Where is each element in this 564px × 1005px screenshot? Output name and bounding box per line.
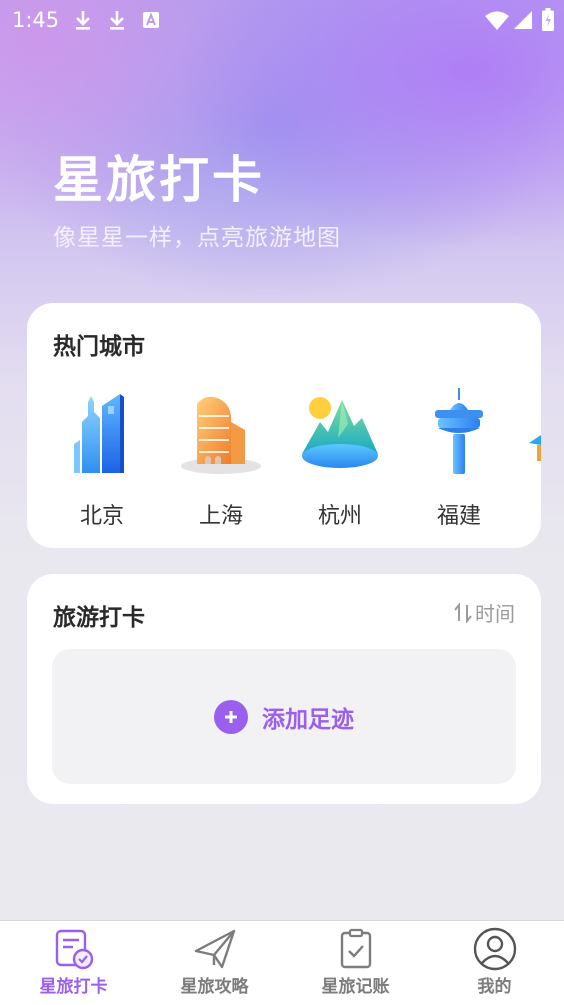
add-footprint-label: 添加足迹 [262, 706, 354, 733]
wifi-icon [485, 11, 509, 30]
bottom-tab-bar: 星旅打卡 星旅攻略 星旅记账 我的 [0, 920, 564, 1005]
sort-by-time-button[interactable]: 时间 [454, 598, 515, 627]
city-item-beijing[interactable]: 北京 [52, 388, 152, 530]
checkin-icon [55, 929, 93, 970]
tab-label: 我的 [477, 977, 512, 997]
tab-label: 星旅记账 [321, 977, 390, 997]
battery-icon [542, 8, 554, 31]
download-icon [76, 11, 90, 30]
city-item-hangzhou[interactable]: 杭州 [290, 388, 390, 530]
tab-label: 星旅打卡 [39, 977, 108, 997]
travel-checkin-title: 旅游打卡 [53, 605, 145, 631]
mountain-lake-icon [302, 397, 378, 468]
tab-ledger[interactable]: 星旅记账 [285, 921, 426, 1005]
ledger-icon [340, 928, 371, 969]
download-icon [110, 11, 124, 30]
tab-guide[interactable]: 星旅攻略 [144, 921, 285, 1005]
next-city-peek-icon [529, 435, 541, 461]
hero-subtitle: 像星星一样，点亮旅游地图 [53, 225, 341, 251]
tab-checkin[interactable]: 星旅打卡 [3, 921, 144, 1005]
travel-checkin-card: 旅游打卡 时间 添加足迹 [27, 574, 541, 804]
status-bar: 1:45 [0, 0, 564, 40]
plus-icon [214, 699, 248, 734]
city-name: 北京 [79, 504, 124, 529]
hot-cities-card: 热门城市 北京 上海 杭州 福建 [27, 303, 541, 548]
user-icon [473, 927, 516, 971]
hero-title: 星旅打卡 [53, 151, 265, 209]
skyscraper-icon [74, 394, 124, 473]
city-name: 上海 [198, 504, 243, 529]
app-notification-icon [143, 12, 159, 28]
city-name: 福建 [436, 504, 481, 529]
sort-label: 时间 [475, 602, 515, 626]
building-icon [181, 396, 261, 474]
tab-label: 星旅攻略 [180, 977, 249, 997]
add-footprint-button[interactable]: 添加足迹 [52, 649, 516, 784]
tab-profile[interactable]: 我的 [424, 921, 564, 1005]
paper-plane-icon [194, 929, 235, 969]
city-item-fujian[interactable]: 福建 [409, 388, 509, 530]
sort-icon [454, 602, 472, 623]
status-time: 1:45 [12, 8, 60, 32]
city-item-shanghai[interactable]: 上海 [171, 388, 271, 530]
tower-icon [435, 388, 483, 474]
city-name: 杭州 [317, 504, 362, 529]
signal-icon [514, 11, 532, 29]
hot-cities-title: 热门城市 [53, 334, 145, 360]
